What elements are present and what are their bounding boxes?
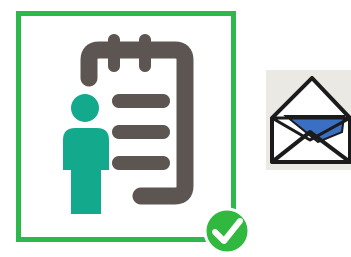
list-line: [112, 156, 170, 170]
user-head: [71, 94, 99, 122]
list-line: [112, 125, 170, 139]
clipboard-user-icon: [63, 34, 194, 214]
binder-ring: [108, 34, 120, 72]
binder-ring: [139, 34, 151, 72]
open-envelope-icon: [270, 76, 351, 164]
mail-tile[interactable]: [266, 70, 351, 170]
checkmark-badge-icon: [203, 207, 251, 255]
user-body: [63, 128, 109, 214]
icon-selection-area: [0, 0, 351, 257]
clipboard-outline: [80, 41, 194, 205]
list-line: [112, 94, 170, 108]
